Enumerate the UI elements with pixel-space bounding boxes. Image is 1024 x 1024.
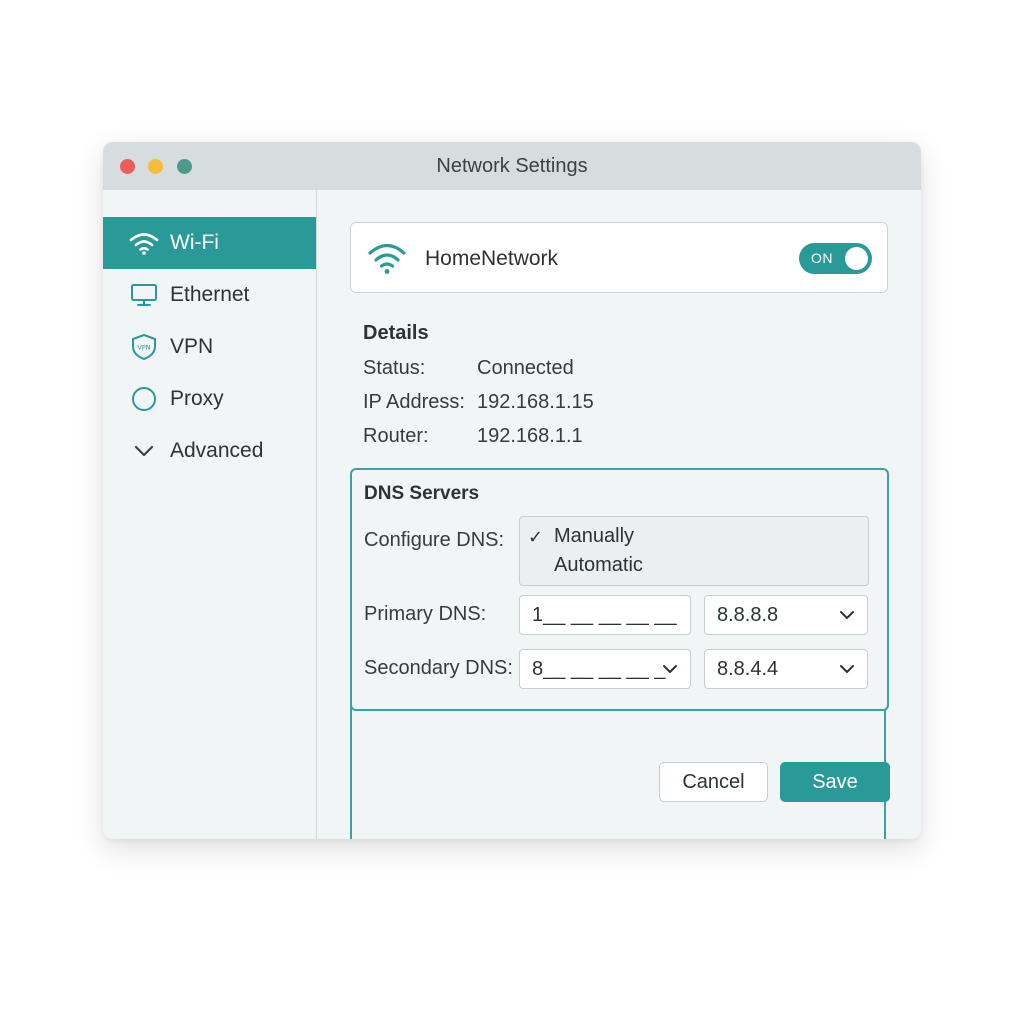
secondary-dns-input-value: 8__ __ __ __ _ <box>532 658 666 680</box>
sidebar-item-vpn[interactable]: VPN VPN <box>103 321 316 373</box>
chevron-down-icon <box>840 611 854 619</box>
details-title: Details <box>363 322 429 344</box>
primary-dns-input[interactable]: 1__ __ __ __ __ <box>519 595 691 635</box>
toggle-knob <box>845 247 868 270</box>
ip-address-label: IP Address: <box>363 391 465 413</box>
primary-dns-label: Primary DNS: <box>364 603 487 625</box>
configure-dns-list[interactable]: ✓ Manually Automatic <box>519 516 869 586</box>
monitor-icon <box>129 280 159 310</box>
vpn-shield-icon: VPN <box>129 332 159 362</box>
primary-dns-select-value: 8.8.8.8 <box>717 604 779 626</box>
secondary-dns-select-value: 8.8.4.4 <box>717 658 779 680</box>
status-label: Status: <box>363 357 426 379</box>
sidebar-item-proxy[interactable]: Proxy <box>103 373 316 425</box>
save-button[interactable]: Save <box>780 762 890 802</box>
chevron-down-icon <box>129 436 159 466</box>
sidebar: Wi-Fi Ethernet VPN VPN Proxy Advanced <box>103 190 317 839</box>
sidebar-item-wifi[interactable]: Wi-Fi <box>103 217 316 269</box>
primary-dns-input-value: 1__ __ __ __ __ <box>532 604 677 626</box>
sidebar-item-label: Proxy <box>170 387 224 410</box>
cancel-button[interactable]: Cancel <box>659 762 768 802</box>
sidebar-item-advanced[interactable]: Advanced <box>103 425 316 477</box>
secondary-dns-input[interactable]: 8__ __ __ __ _ <box>519 649 691 689</box>
window-title: Network Settings <box>436 155 588 177</box>
configure-dns-label: Configure DNS: <box>364 529 505 551</box>
secondary-dns-label: Secondary DNS: <box>364 657 513 679</box>
dns-servers-section: DNS Servers Configure DNS: ✓ Manually Au… <box>350 468 890 712</box>
wifi-toggle[interactable]: ON <box>799 243 872 274</box>
wifi-icon <box>367 241 407 280</box>
title-bar: Network Settings <box>103 142 921 190</box>
network-name: HomeNetwork <box>425 247 559 270</box>
sidebar-item-label: Wi-Fi <box>170 231 219 254</box>
toggle-label: ON <box>811 250 833 266</box>
router-value: 192.168.1.1 <box>477 425 583 447</box>
sidebar-item-label: Ethernet <box>170 283 250 306</box>
sidebar-item-label: VPN <box>170 335 214 358</box>
secondary-dns-select[interactable]: 8.8.4.4 <box>704 649 868 689</box>
dns-option-manually[interactable]: Manually <box>554 525 634 548</box>
dns-servers-title: DNS Servers <box>364 483 480 504</box>
primary-dns-select[interactable]: 8.8.8.8 <box>704 595 868 635</box>
router-label: Router: <box>363 425 429 447</box>
dns-option-automatic[interactable]: Automatic <box>554 554 643 577</box>
check-icon: ✓ <box>528 527 544 547</box>
circle-icon <box>129 384 159 414</box>
chevron-down-icon <box>663 665 677 673</box>
ip-address-value: 192.168.1.15 <box>477 391 594 413</box>
chevron-down-icon <box>840 665 854 673</box>
sidebar-item-label: Advanced <box>170 439 264 462</box>
status-value: Connected <box>477 357 574 379</box>
svg-text:VPN: VPN <box>137 344 150 352</box>
network-card: HomeNetwork ON <box>350 222 888 293</box>
wifi-icon <box>129 228 159 258</box>
sidebar-item-ethernet[interactable]: Ethernet <box>103 269 316 321</box>
